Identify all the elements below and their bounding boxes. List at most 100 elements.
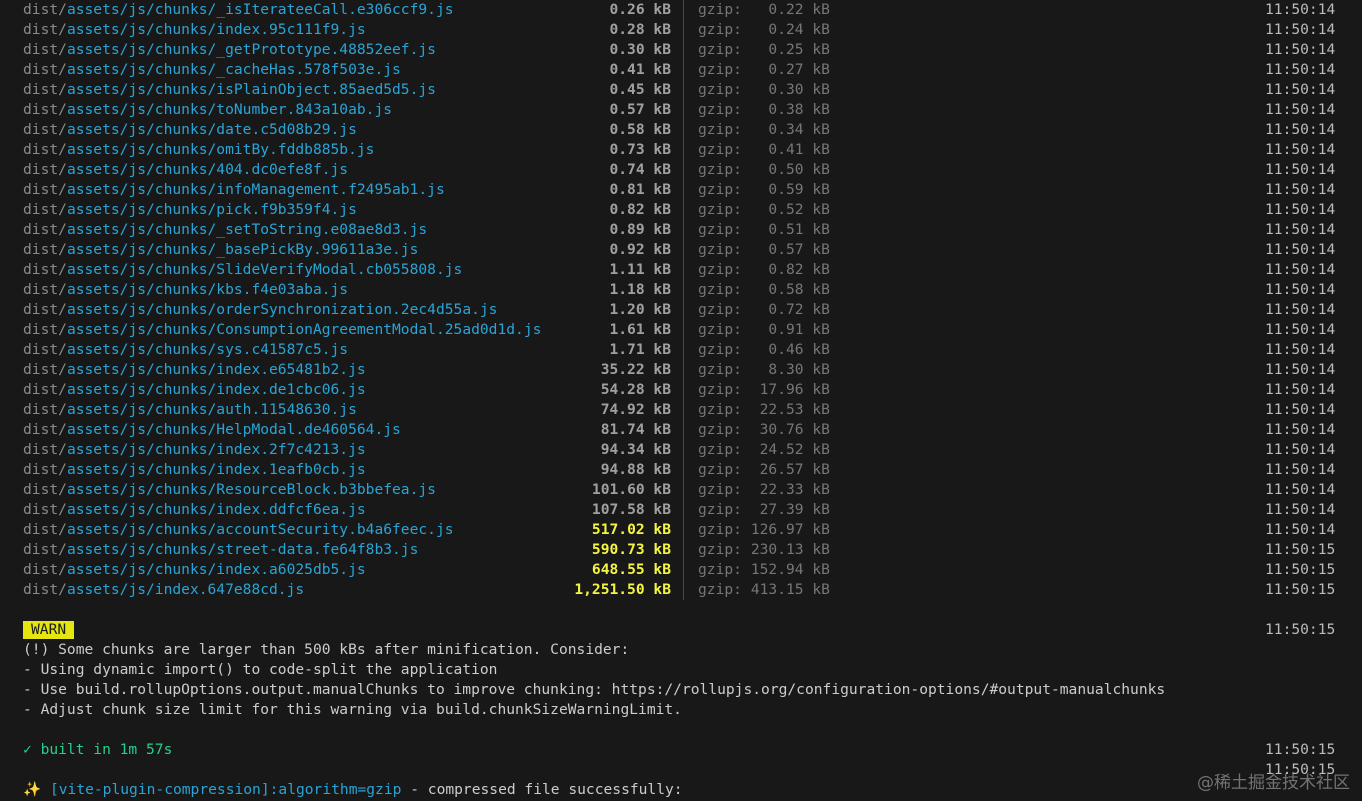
warn-message: (!) Some chunks are larger than 500 kBs … xyxy=(23,641,630,658)
build-output-row: dist/assets/js/chunks/SlideVerifyModal.c… xyxy=(0,260,1362,280)
file-path: dist/assets/js/chunks/_cacheHas.578f503e… xyxy=(23,60,401,80)
dist-prefix: dist/ xyxy=(23,121,67,138)
column-separator xyxy=(683,420,684,440)
gzip-value: 152.94 kB xyxy=(750,561,830,578)
dist-prefix: dist/ xyxy=(23,581,67,598)
file-name: assets/js/chunks/HelpModal.de460564.js xyxy=(66,421,401,438)
gzip-label: gzip: xyxy=(698,321,742,338)
file-path: dist/assets/js/chunks/404.dc0efe8f.js xyxy=(23,160,348,180)
gzip-label: gzip: xyxy=(698,361,742,378)
timestamp: 11:50:14 xyxy=(1265,381,1336,398)
gzip-size: gzip: 230.13 kB xyxy=(698,540,830,560)
gzip-size: gzip: 0.27 kB xyxy=(698,60,830,80)
gzip-size: gzip: 0.46 kB xyxy=(698,340,830,360)
gzip-label: gzip: xyxy=(698,141,742,158)
file-name: assets/js/chunks/index.ddfcf6ea.js xyxy=(66,501,366,518)
build-output-row: dist/assets/js/chunks/omitBy.fddb885b.js… xyxy=(0,140,1362,160)
gzip-size: gzip: 17.96 kB xyxy=(698,380,830,400)
warn-message-line: - Using dynamic import() to code-split t… xyxy=(0,660,1362,680)
warn-badge: WARN xyxy=(23,621,75,639)
file-size: 0.30 kB xyxy=(609,41,671,58)
column-separator xyxy=(683,500,684,520)
file-size: 1.20 kB xyxy=(609,301,671,318)
gzip-value: 0.30 kB xyxy=(768,81,830,98)
timestamp: 11:50:14 xyxy=(1265,21,1336,38)
gzip-label: gzip: xyxy=(698,281,742,298)
file-name: assets/js/chunks/infoManagement.f2495ab1… xyxy=(66,181,445,198)
file-path: dist/assets/js/chunks/index.de1cbc06.js xyxy=(23,380,366,400)
sparkle-icon: ✨ xyxy=(23,781,42,798)
gzip-value: 0.38 kB xyxy=(768,101,830,118)
column-separator xyxy=(683,140,684,160)
terminal-output[interactable]: dist/assets/js/chunks/_isIterateeCall.e3… xyxy=(0,0,1362,801)
gzip-value: 8.30 kB xyxy=(768,361,830,378)
gzip-value: 22.53 kB xyxy=(759,401,830,418)
column-separator xyxy=(683,100,684,120)
gzip-value: 0.27 kB xyxy=(768,61,830,78)
build-output-row: dist/assets/js/chunks/_basePickBy.99611a… xyxy=(0,240,1362,260)
dist-prefix: dist/ xyxy=(23,421,67,438)
dist-prefix: dist/ xyxy=(23,201,67,218)
dist-prefix: dist/ xyxy=(23,501,67,518)
file-size: 0.41 kB xyxy=(609,61,671,78)
dist-prefix: dist/ xyxy=(23,301,67,318)
dist-prefix: dist/ xyxy=(23,401,67,418)
gzip-size: gzip: 0.82 kB xyxy=(698,260,830,280)
column-separator xyxy=(683,380,684,400)
gzip-size: gzip: 8.30 kB xyxy=(698,360,830,380)
gzip-size: gzip: 0.50 kB xyxy=(698,160,830,180)
file-path: dist/assets/js/chunks/index.ddfcf6ea.js xyxy=(23,500,366,520)
column-separator xyxy=(683,40,684,60)
gzip-value: 0.46 kB xyxy=(768,341,830,358)
dist-prefix: dist/ xyxy=(23,21,67,38)
compression-line: ✨ [vite-plugin-compression]:algorithm=gz… xyxy=(0,780,1362,800)
build-output-row: dist/assets/js/chunks/index.e65481b2.js 3… xyxy=(0,360,1362,380)
warn-message-line: - Adjust chunk size limit for this warni… xyxy=(0,700,1362,720)
file-size: 0.73 kB xyxy=(609,141,671,158)
gzip-label: gzip: xyxy=(698,541,742,558)
warn-message-line: (!) Some chunks are larger than 500 kBs … xyxy=(0,640,1362,660)
timestamp: 11:50:14 xyxy=(1265,241,1336,258)
file-path: dist/assets/js/chunks/auth.11548630.js xyxy=(23,400,357,420)
column-separator xyxy=(683,520,684,540)
file-name: assets/js/chunks/_getPrototype.48852eef.… xyxy=(66,41,436,58)
file-path: dist/assets/js/chunks/sys.c41587c5.js xyxy=(23,340,348,360)
file-size: 0.82 kB xyxy=(609,201,671,218)
gzip-value: 22.33 kB xyxy=(759,481,830,498)
warn-message: - Use build.rollupOptions.output.manualC… xyxy=(23,681,1166,698)
file-size: 1.11 kB xyxy=(609,261,671,278)
dist-prefix: dist/ xyxy=(23,241,67,258)
gzip-label: gzip: xyxy=(698,441,742,458)
column-separator xyxy=(683,240,684,260)
file-size: 648.55 kB xyxy=(591,561,671,578)
build-output-row: dist/assets/js/chunks/_cacheHas.578f503e… xyxy=(0,60,1362,80)
timestamp: 11:50:14 xyxy=(1265,441,1336,458)
file-size: 0.45 kB xyxy=(609,81,671,98)
gzip-label: gzip: xyxy=(698,421,742,438)
timestamp: 11:50:14 xyxy=(1265,321,1336,338)
build-output-row: dist/assets/js/chunks/404.dc0efe8f.js 0.7… xyxy=(0,160,1362,180)
gzip-value: 0.24 kB xyxy=(768,21,830,38)
gzip-size: gzip: 0.72 kB xyxy=(698,300,830,320)
dist-prefix: dist/ xyxy=(23,61,67,78)
file-name: assets/js/chunks/ConsumptionAgreementMod… xyxy=(66,321,542,338)
file-name: assets/js/chunks/index.95c111f9.js xyxy=(66,21,366,38)
dist-prefix: dist/ xyxy=(23,101,67,118)
gzip-value: 0.52 kB xyxy=(768,201,830,218)
gzip-label: gzip: xyxy=(698,81,742,98)
gzip-label: gzip: xyxy=(698,301,742,318)
file-size: 0.74 kB xyxy=(609,161,671,178)
warn-message: - Adjust chunk size limit for this warni… xyxy=(23,701,682,718)
dist-prefix: dist/ xyxy=(23,41,67,58)
gzip-label: gzip: xyxy=(698,121,742,138)
file-name: assets/js/index.647e88cd.js xyxy=(66,581,305,598)
dist-prefix: dist/ xyxy=(23,441,67,458)
gzip-size: gzip: 27.39 kB xyxy=(698,500,830,520)
gzip-size: gzip: 0.59 kB xyxy=(698,180,830,200)
timestamp: 11:50:14 xyxy=(1265,401,1336,418)
gzip-size: gzip: 0.91 kB xyxy=(698,320,830,340)
timestamp: 11:50:14 xyxy=(1265,221,1336,238)
build-output-row: dist/assets/js/chunks/sys.c41587c5.js 1.7… xyxy=(0,340,1362,360)
gzip-value: 0.50 kB xyxy=(768,161,830,178)
gzip-label: gzip: xyxy=(698,21,742,38)
